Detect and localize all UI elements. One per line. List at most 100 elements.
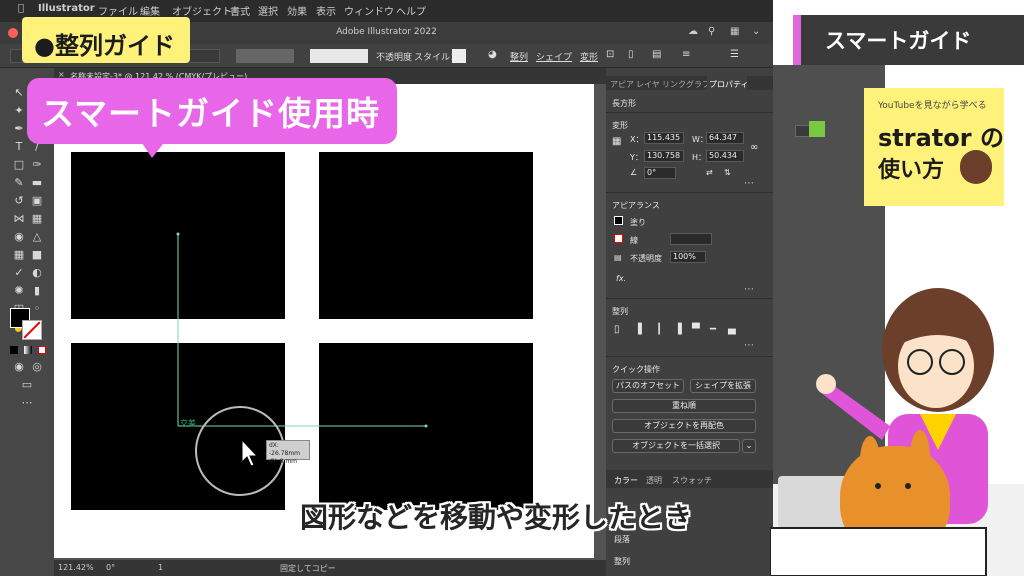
reference-point-icon[interactable]: ▦ xyxy=(612,136,621,147)
align-panel[interactable]: 整列 xyxy=(614,556,630,567)
align-options-icon[interactable]: ▤ xyxy=(652,49,661,60)
eraser-tool-icon[interactable]: ▬ xyxy=(30,176,44,190)
select-similar-button[interactable]: オブジェクトを一括選択 xyxy=(612,439,740,453)
stroke-weight-field[interactable] xyxy=(670,233,712,245)
isolate-icon[interactable]: ⊡ xyxy=(606,49,614,60)
distribute-icon[interactable]: ≡ xyxy=(682,49,690,60)
menu-select[interactable]: 選択 xyxy=(258,3,278,18)
scale-tool-icon[interactable]: ▣ xyxy=(30,194,44,208)
more-options-icon[interactable]: ⋯ xyxy=(744,178,754,189)
expand-shape-button[interactable]: シェイプを拡張 xyxy=(690,379,756,393)
align-top-icon[interactable]: ▀ xyxy=(692,324,700,335)
recolor-icon[interactable]: ◕ xyxy=(488,49,497,60)
paintbrush-tool-icon[interactable]: ✑ xyxy=(30,158,44,172)
shape-link[interactable]: シェイプ xyxy=(536,50,572,63)
gradient-mode-icon[interactable] xyxy=(24,346,32,354)
rotate-view[interactable]: 0° xyxy=(106,563,115,572)
tab-swatches[interactable]: スウォッチ xyxy=(672,475,712,486)
menu-view[interactable]: 表示 xyxy=(316,3,336,18)
draw-behind-icon[interactable]: ◎ xyxy=(30,360,44,374)
type-tool-icon[interactable]: T xyxy=(12,140,26,154)
pen-tool-icon[interactable]: ✒ xyxy=(12,122,26,136)
tab-color[interactable]: カラー xyxy=(614,475,638,486)
menu-file[interactable]: ファイル xyxy=(98,3,138,18)
flip-vertical-icon[interactable]: ⇅ xyxy=(724,168,731,177)
transform-link[interactable]: 変形 xyxy=(580,50,598,63)
menu-edit[interactable]: 編集 xyxy=(140,3,160,18)
recolor-button[interactable]: オブジェクトを再配色 xyxy=(612,419,756,433)
workspace-icon[interactable]: ▦ xyxy=(730,26,739,37)
fill-swatch[interactable] xyxy=(614,216,623,225)
more-align-icon[interactable]: ⋯ xyxy=(744,340,754,351)
arrange-button[interactable]: 重ね順 xyxy=(612,399,756,413)
blend-tool-icon[interactable]: ◐ xyxy=(30,266,44,280)
angle-field[interactable]: 0° xyxy=(644,167,676,179)
menu-effect[interactable]: 効果 xyxy=(287,3,307,18)
align-center-icon[interactable]: ┃ xyxy=(656,324,662,335)
flip-horizontal-icon[interactable]: ⇄ xyxy=(706,168,713,177)
align-to-icon[interactable]: ▯ xyxy=(614,324,620,335)
stroke-label[interactable]: 線 xyxy=(630,235,638,246)
rotate-tool-icon[interactable]: ↺ xyxy=(12,194,26,208)
menu-illustrator[interactable]: Illustrator xyxy=(38,3,95,14)
artboard-number[interactable]: 1 xyxy=(158,563,163,572)
y-field[interactable]: 130.758 xyxy=(644,150,684,162)
fill-label[interactable]: 塗り xyxy=(630,217,646,228)
link-icon[interactable]: ∞ xyxy=(750,142,758,153)
color-mode-icon[interactable] xyxy=(10,346,18,354)
mesh-tool-icon[interactable]: ▦ xyxy=(12,248,26,262)
none-mode-icon[interactable] xyxy=(38,346,46,354)
opacity-field[interactable]: 100% xyxy=(670,251,706,263)
x-field[interactable]: 115.435 xyxy=(644,132,684,144)
align-middle-icon[interactable]: ━ xyxy=(710,324,716,335)
stroke-color-swatch[interactable] xyxy=(22,320,42,340)
cloud-icon[interactable]: ☁ xyxy=(688,26,698,37)
style-swatch[interactable] xyxy=(452,49,466,63)
stroke-swatch[interactable] xyxy=(614,234,623,243)
tab-links[interactable]: リンク xyxy=(662,79,686,90)
stroke-weight-field[interactable] xyxy=(236,49,294,63)
opacity-label[interactable]: 不透明度 xyxy=(376,50,412,63)
rectangle-tool-icon[interactable]: □ xyxy=(12,158,26,172)
align-right-icon[interactable]: ▐ xyxy=(674,324,682,335)
tab-appearance[interactable]: アピア xyxy=(610,79,634,90)
offset-path-button[interactable]: パスのオフセット xyxy=(612,379,684,393)
symbol-sprayer-tool-icon[interactable]: ✺ xyxy=(12,284,26,298)
menu-help[interactable]: ヘルプ xyxy=(396,3,426,18)
menu-object[interactable]: オブジェクト xyxy=(172,3,232,18)
screen-mode-icon[interactable]: ▭ xyxy=(20,378,34,392)
free-transform-tool-icon[interactable]: ▦ xyxy=(30,212,44,226)
h-field[interactable]: 50.434 xyxy=(706,150,744,162)
chevron-down-icon[interactable]: ⌄ xyxy=(752,26,760,37)
tab-layers[interactable]: レイヤ xyxy=(636,79,660,90)
magic-wand-tool-icon[interactable]: ✦ xyxy=(12,104,26,118)
selection-tool-icon[interactable]: ↖ xyxy=(12,86,26,100)
gradient-tool-icon[interactable]: ■ xyxy=(30,248,44,262)
fx-button[interactable]: fx. xyxy=(616,274,626,283)
menu-type[interactable]: 書式 xyxy=(230,3,250,18)
align-left-icon[interactable]: ▌ xyxy=(638,324,646,335)
width-tool-icon[interactable]: ⋈ xyxy=(12,212,26,226)
tab-transparency[interactable]: 透明 xyxy=(646,475,662,486)
apple-menu[interactable]:  xyxy=(18,3,24,14)
more-tools-icon[interactable]: ⋯ xyxy=(20,396,34,410)
arrange-icon[interactable]: ▯ xyxy=(628,49,634,60)
search-icon[interactable]: ⚲ xyxy=(708,26,715,37)
align-link[interactable]: 整列 xyxy=(510,50,528,63)
zoom-level[interactable]: 121.42% xyxy=(58,563,94,572)
pencil-tool-icon[interactable]: ✎ xyxy=(12,176,26,190)
align-bottom-icon[interactable]: ▄ xyxy=(728,324,736,335)
panel-options-icon[interactable]: ☰ xyxy=(730,49,739,60)
column-graph-tool-icon[interactable]: ▮ xyxy=(30,284,44,298)
more-appearance-icon[interactable]: ⋯ xyxy=(744,284,754,295)
shape-builder-tool-icon[interactable]: ◉ xyxy=(12,230,26,244)
w-field[interactable]: 64.347 xyxy=(706,132,744,144)
perspective-grid-tool-icon[interactable]: △ xyxy=(30,230,44,244)
slice-tool-icon[interactable]: ◦ xyxy=(30,302,44,316)
tab-properties[interactable]: プロパティ xyxy=(709,79,749,90)
draw-normal-icon[interactable]: ◉ xyxy=(12,360,26,374)
brush-definition[interactable] xyxy=(310,49,368,63)
eyedropper-tool-icon[interactable]: ✓ xyxy=(12,266,26,280)
menu-window[interactable]: ウィンドウ xyxy=(344,3,394,18)
select-similar-dropdown[interactable]: ⌄ xyxy=(742,439,756,453)
